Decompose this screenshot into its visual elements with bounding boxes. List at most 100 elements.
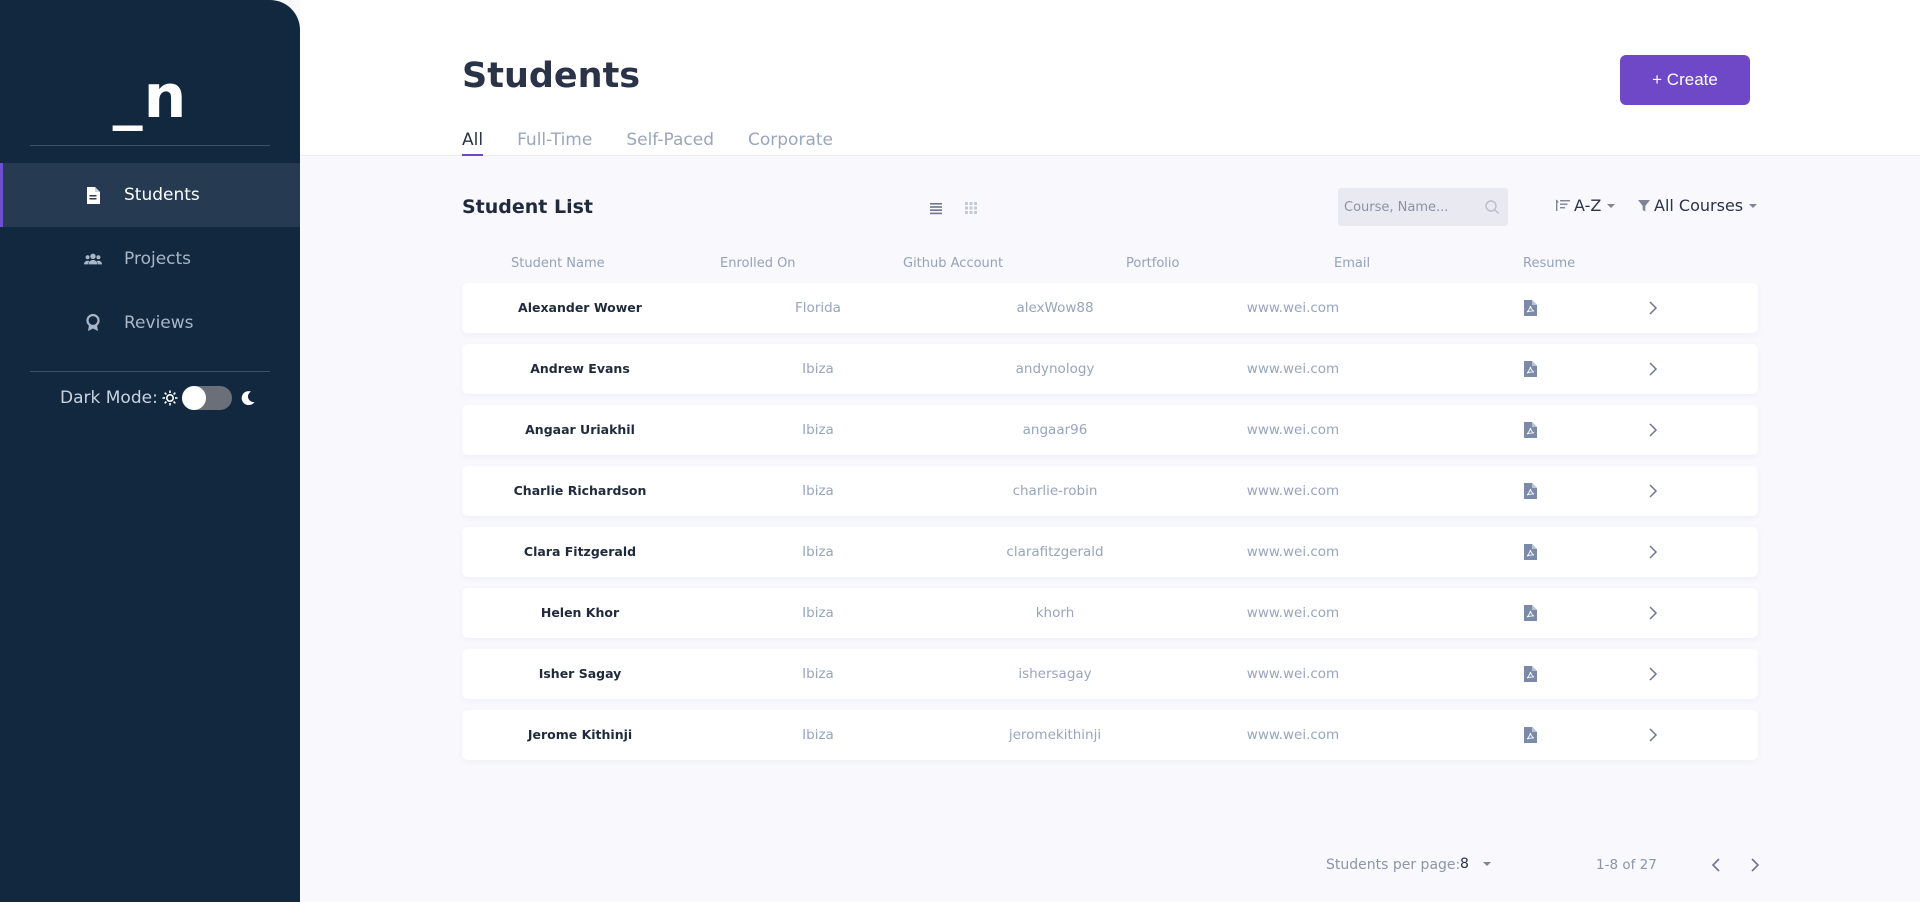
pdf-icon[interactable] (1524, 361, 1537, 381)
tabs: All Full-Time Self-Paced Corporate (462, 130, 867, 156)
app-logo[interactable]: _n (0, 62, 300, 132)
student-name-cell: Helen Khor (540, 605, 620, 620)
table-row[interactable]: Charlie Richardson Ibiza charlie-robin www.… (462, 466, 1758, 516)
pdf-icon[interactable] (1524, 483, 1537, 503)
chevron-right-icon[interactable] (1646, 422, 1660, 442)
pdf-icon[interactable] (1524, 727, 1537, 747)
enrolled-on-cell: Ibiza (802, 361, 834, 377)
tab-corporate[interactable]: Corporate (748, 130, 833, 156)
student-name-cell: Clara Fitzgerald (523, 544, 637, 559)
sidebar-item-reviews[interactable]: Reviews (0, 291, 300, 355)
tab-self-paced[interactable]: Self-Paced (626, 130, 714, 156)
chevron-down-icon (1607, 203, 1616, 208)
github-account-cell[interactable]: clarafitzgerald (1006, 527, 1103, 577)
chevron-right-icon[interactable] (1646, 605, 1660, 625)
per-page-value: 8 (1460, 856, 1469, 872)
github-account-cell[interactable]: ishersagay (1018, 649, 1091, 699)
chevron-down-icon (1482, 862, 1491, 866)
table-row[interactable]: Clara Fitzgerald Ibiza clarafitzgerald www.… (462, 527, 1758, 577)
sidebar-item-label: Reviews (124, 313, 194, 333)
sidebar-item-label: Projects (124, 249, 192, 269)
per-page-select[interactable]: 8 (1460, 856, 1491, 872)
portfolio-link[interactable]: www.wei.com (1247, 283, 1339, 333)
tab-all[interactable]: All (462, 130, 484, 156)
sidebar-item-label: Students (124, 185, 200, 205)
enrolled-on-cell: Ibiza (802, 727, 834, 743)
student-name-cell: Alexander Wower (518, 300, 642, 315)
table-row[interactable]: Isher Sagay Ibiza ishersagay www.wei.com (462, 649, 1758, 699)
filter-icon (1638, 199, 1650, 212)
student-name-cell: Charlie Richardson (513, 483, 647, 498)
column-header-github-account[interactable]: Github Account (903, 256, 1003, 271)
chevron-right-icon[interactable] (1646, 361, 1660, 381)
column-header-enrolled-on[interactable]: Enrolled On (720, 256, 796, 271)
pdf-icon[interactable] (1524, 422, 1537, 442)
github-account-cell[interactable]: alexWow88 (1016, 283, 1093, 333)
enrolled-on-cell: Florida (795, 300, 841, 316)
portfolio-link[interactable]: www.wei.com (1247, 405, 1339, 455)
sidebar-item-students[interactable]: Students (0, 163, 300, 227)
dark-mode-label: Dark Mode: (60, 388, 158, 408)
filter-label: All Courses (1654, 196, 1744, 215)
student-name-cell: Isher Sagay (538, 666, 622, 681)
chevron-right-icon[interactable] (1646, 666, 1660, 686)
portfolio-link[interactable]: www.wei.com (1247, 527, 1339, 577)
prev-page-button[interactable] (1708, 856, 1726, 874)
sidebar-divider-bottom (30, 371, 270, 372)
chevron-left-icon (1711, 858, 1720, 872)
dark-mode-toggle[interactable] (181, 386, 232, 410)
sidebar: _n Students Projects Reviews Dark Mode: (0, 0, 300, 902)
column-header-portfolio[interactable]: Portfolio (1126, 256, 1179, 271)
table-row[interactable]: Alexander Wower Florida alexWow88 www.wei.c… (462, 283, 1758, 333)
pdf-icon[interactable] (1524, 544, 1537, 564)
course-filter-dropdown[interactable]: All Courses (1638, 196, 1758, 215)
grid-view-icon[interactable] (963, 200, 979, 216)
column-header-email[interactable]: Email (1334, 256, 1370, 271)
search-icon[interactable] (1484, 199, 1500, 215)
github-account-cell[interactable]: angaar96 (1023, 405, 1088, 455)
next-page-button[interactable] (1745, 856, 1763, 874)
pdf-icon[interactable] (1524, 300, 1537, 320)
sort-icon (1556, 199, 1570, 212)
pdf-icon[interactable] (1524, 605, 1537, 625)
portfolio-link[interactable]: www.wei.com (1247, 466, 1339, 516)
table-row[interactable]: Helen Khor Ibiza khorh www.wei.com (462, 588, 1758, 638)
sidebar-divider-top (30, 145, 270, 146)
portfolio-link[interactable]: www.wei.com (1247, 710, 1339, 760)
sidebar-item-projects[interactable]: Projects (0, 227, 300, 291)
enrolled-on-cell: Ibiza (802, 422, 834, 438)
chevron-right-icon[interactable] (1646, 300, 1660, 320)
users-icon (84, 250, 102, 268)
toggle-knob (181, 386, 206, 410)
award-icon (84, 314, 102, 332)
portfolio-link[interactable]: www.wei.com (1247, 344, 1339, 394)
portfolio-link[interactable]: www.wei.com (1247, 588, 1339, 638)
sort-dropdown[interactable]: A-Z (1556, 196, 1616, 215)
chevron-down-icon (1749, 203, 1758, 208)
github-account-cell[interactable]: khorh (1036, 588, 1075, 638)
pdf-icon[interactable] (1524, 666, 1537, 686)
per-page-label: Students per page: (1326, 857, 1461, 873)
student-name-cell: Angaar Uriakhil (525, 422, 635, 437)
list-view-icon[interactable] (928, 200, 944, 216)
search-box (1338, 188, 1508, 226)
tab-full-time[interactable]: Full-Time (517, 130, 592, 156)
search-input[interactable] (1344, 199, 1480, 215)
github-account-cell[interactable]: jeromekithinji (1009, 710, 1101, 760)
dark-mode-control: Dark Mode: (60, 386, 256, 410)
github-account-cell[interactable]: charlie-robin (1013, 466, 1098, 516)
sort-label: A-Z (1574, 196, 1602, 215)
create-button[interactable]: + Create (1620, 55, 1750, 105)
chevron-right-icon[interactable] (1646, 544, 1660, 564)
chevron-right-icon[interactable] (1646, 727, 1660, 747)
column-header-student-name[interactable]: Student Name (511, 256, 605, 271)
document-icon (84, 186, 102, 204)
table-row[interactable]: Angaar Uriakhil Ibiza angaar96 www.wei.com (462, 405, 1758, 455)
github-account-cell[interactable]: andynology (1016, 344, 1095, 394)
column-header-resume[interactable]: Resume (1523, 256, 1575, 271)
table-row[interactable]: Andrew Evans Ibiza andynology www.wei.com (462, 344, 1758, 394)
portfolio-link[interactable]: www.wei.com (1247, 649, 1339, 699)
table-row[interactable]: Jerome Kithinji Ibiza jeromekithinji www.we… (462, 710, 1758, 760)
page-range: 1-8 of 27 (1596, 857, 1657, 873)
chevron-right-icon[interactable] (1646, 483, 1660, 503)
